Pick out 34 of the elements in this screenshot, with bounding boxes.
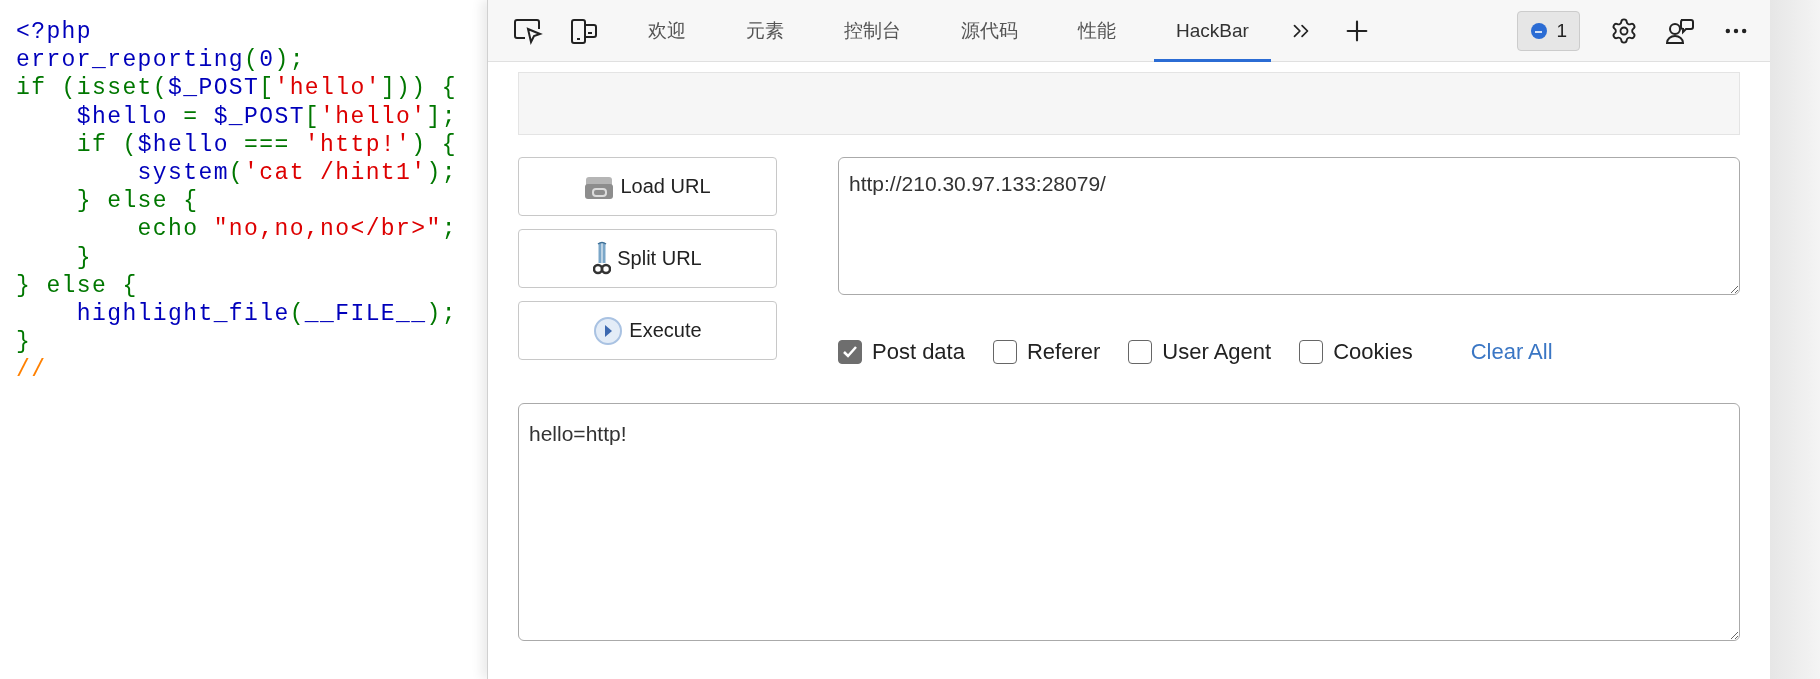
devtools-tab[interactable]: 控制台 bbox=[822, 0, 923, 62]
scissors-icon bbox=[593, 240, 612, 277]
issues-button[interactable]: 1 bbox=[1517, 10, 1580, 51]
code-line: } bbox=[75, 243, 92, 272]
hackbar-button[interactable]: Split URL bbox=[518, 229, 777, 288]
hackbar-button[interactable]: Execute bbox=[518, 301, 777, 360]
code-line: if (isset($_POST['hello'])) { bbox=[16, 74, 457, 103]
devtools-tab[interactable]: HackBar bbox=[1154, 0, 1271, 62]
hackbar-button[interactable]: Load URL bbox=[518, 157, 777, 216]
devtools-tab[interactable]: 元素 bbox=[724, 0, 806, 62]
devtools-tab[interactable]: 性能 bbox=[1056, 0, 1138, 62]
code-line: echo "no,no,no</br>"; bbox=[136, 215, 457, 244]
code-line: error_reporting(0); bbox=[16, 46, 305, 75]
option-checkbox[interactable]: Referer bbox=[992, 339, 1101, 365]
code-line: if ($hello === 'http!') { bbox=[75, 130, 457, 159]
code-line: <?php bbox=[16, 18, 92, 47]
option-checkbox[interactable]: Post data bbox=[838, 339, 965, 365]
clear-all-link[interactable]: Clear All bbox=[1470, 339, 1553, 365]
message-icon bbox=[1530, 21, 1549, 40]
code-line: } bbox=[16, 328, 32, 357]
code-line: $hello = $_POST['hello']; bbox=[75, 102, 457, 131]
code-line: highlight_file(__FILE__); bbox=[75, 300, 457, 329]
code-line: } else { bbox=[16, 271, 138, 301]
devtools-tab[interactable]: 欢迎 bbox=[626, 0, 708, 62]
post-data-field[interactable]: hello=http! bbox=[518, 403, 1740, 641]
check-icon bbox=[842, 345, 858, 359]
option-checkbox[interactable]: User Agent bbox=[1128, 339, 1272, 365]
play-icon bbox=[593, 315, 624, 346]
code-line: } else { bbox=[75, 187, 199, 216]
option-checkbox[interactable]: Cookies bbox=[1299, 339, 1413, 365]
devtools-tab[interactable]: 源代码 bbox=[939, 0, 1040, 62]
code-line: // bbox=[16, 356, 47, 385]
code-line: system('cat /hint1'); bbox=[136, 159, 457, 188]
url-field[interactable]: http://210.30.97.133:28079/ bbox=[838, 157, 1740, 295]
